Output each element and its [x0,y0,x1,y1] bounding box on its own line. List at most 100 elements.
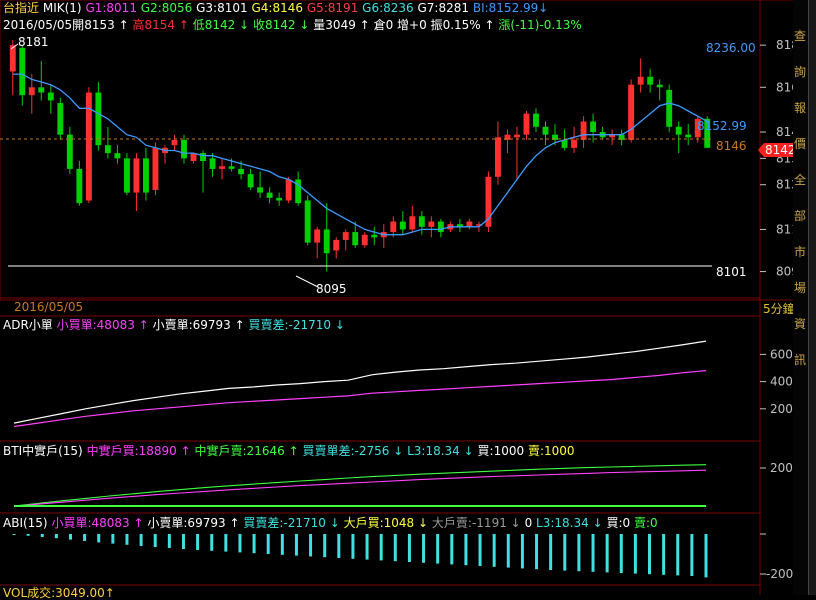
bti-diff-arrow: ↓ [393,444,404,458]
abi-diff-label: 買賣差:-21710 [243,516,326,530]
abi-l3-arrow: ↓ [592,516,603,530]
bti-series-line [13,464,707,507]
adr-series-line [13,370,707,428]
g7-label: G7:8281 [417,1,470,15]
adr-sell-arrow: ↑ [234,318,245,332]
candle-body [361,234,368,246]
candle-body [323,229,330,254]
candle-body [285,179,292,201]
volume-arrow: ↑ [359,18,370,32]
close-arrow: ↓ [299,18,310,32]
abi-big-buy-label: 大戶買:1048 [343,516,415,530]
top-right-label: 8236.00 [706,41,756,55]
candle-body [19,47,26,96]
abi-big-sell-arrow: ↓ [510,516,521,530]
bti-l3-label: L3:18.34 [407,444,460,458]
ref-line-label: 8101 [716,265,747,279]
candle-body [533,113,539,127]
adr-sell-label: 小賣單:69793 [152,318,231,332]
side-menu-char[interactable]: 市 [794,246,806,259]
candle-body [9,45,16,72]
candle-body [333,239,340,251]
symbol-title[interactable]: 台指近 [3,1,39,15]
g3-label: G3:8101 [196,1,248,15]
candle-body [666,89,673,127]
candle-body [675,126,682,135]
g4-label: G4:8146 [251,1,303,15]
candle-body [276,197,283,201]
high-value: 8154 [144,18,176,32]
indicator-mik[interactable]: MIK(1) [43,1,82,15]
candle-body [200,153,206,161]
candle-body [57,103,64,135]
candle-body [76,168,83,204]
candle-body [437,221,444,233]
bi-label: BI:8152.99 [472,1,539,15]
candle-body [656,84,663,88]
adr-name[interactable]: ADR小單 [3,318,53,332]
close-value: 8142 [265,18,296,32]
bti-s-label: 賣:1000 [527,444,575,458]
interval-label[interactable]: 5分鐘 [763,301,795,316]
price-candles [9,39,711,272]
side-menu-char[interactable]: 詢 [794,66,806,79]
side-menu-char[interactable]: 部 [794,210,806,223]
adr-header: ADR小單 小買單:48083 ↑ 小賣單:69793 ↑ 買賣差:-21710… [3,318,345,332]
candle-body [523,113,530,135]
side-menu-strip[interactable] [793,0,808,595]
candle-body [409,216,416,230]
candle-body [142,158,149,193]
adr-buy-arrow: ↑ [138,318,149,332]
candle-body [171,139,178,146]
candle-body [257,187,264,193]
candle-body [247,174,254,188]
chart-canvas[interactable]: 8181816581488138812881118095 60000400002… [0,0,816,595]
abi-l3-label: L3:18.34 [536,516,589,530]
bti-header: BTI中實戶(15) 中實戶買:18890 ↑ 中實戶賣:21646 ↑ 買賣單… [3,444,575,458]
candle-body [314,229,321,243]
candle-body [590,121,597,133]
vol-label[interactable]: VOL成交:3049.00 [3,586,105,600]
candle-body [28,87,35,96]
bti-buy-arrow: ↑ [180,444,191,458]
ma-value-label: 8152.99 [697,119,747,133]
amplitude-arrow: ↑ [484,18,495,32]
amplitude-value: 振0.15% [430,18,481,32]
adr-diff-label: 買賣差:-21710 [248,318,332,332]
price-panel-frame [0,0,809,301]
candle-body [637,76,644,85]
candle-body [352,232,359,246]
candle-body [580,121,587,140]
high-text-label: 高 [132,18,145,32]
side-menu-char[interactable]: 報 [794,102,806,115]
side-menu-char[interactable]: 訊 [794,354,806,367]
adr-buy-label: 小買單:48083 [56,318,135,332]
candle-body [123,158,130,193]
side-menu-char[interactable]: 全 [794,174,806,187]
side-menu-char[interactable]: 價 [794,138,806,151]
candle-body [628,84,635,140]
abi-buy-arrow: ↑ [133,516,144,530]
g2-label: G2:8056 [140,1,193,15]
candle-body [399,221,406,230]
bti-series-line [13,469,707,507]
bti-name[interactable]: BTI中實戶(15) [3,444,83,458]
candle-body [647,76,654,85]
vol-header: VOL成交:3049.00↑ [3,586,115,600]
abi-s-label: 賣:0 [633,516,658,530]
date-bar-label: 2016/05/05 [14,300,83,314]
low-value: 8142 [204,18,236,32]
side-menu-char[interactable]: 資 [794,318,806,331]
candle-body [371,234,378,238]
quote-date: 2016/05/05 [3,18,73,32]
oi-value: 倉0 [373,18,394,32]
close-price-tag-text: 8142 [765,143,796,157]
g1-label: G1:8011 [85,1,137,15]
side-menu-char[interactable]: 查 [794,30,806,43]
side-menu-char[interactable]: 場 [794,282,806,295]
candle-body [219,166,226,169]
adr-diff-arrow: ↓ [334,318,345,332]
vertical-scrollbar[interactable] [808,0,816,595]
bti-plot: 20000 [13,461,808,507]
abi-name[interactable]: ABI(15) [3,516,48,530]
